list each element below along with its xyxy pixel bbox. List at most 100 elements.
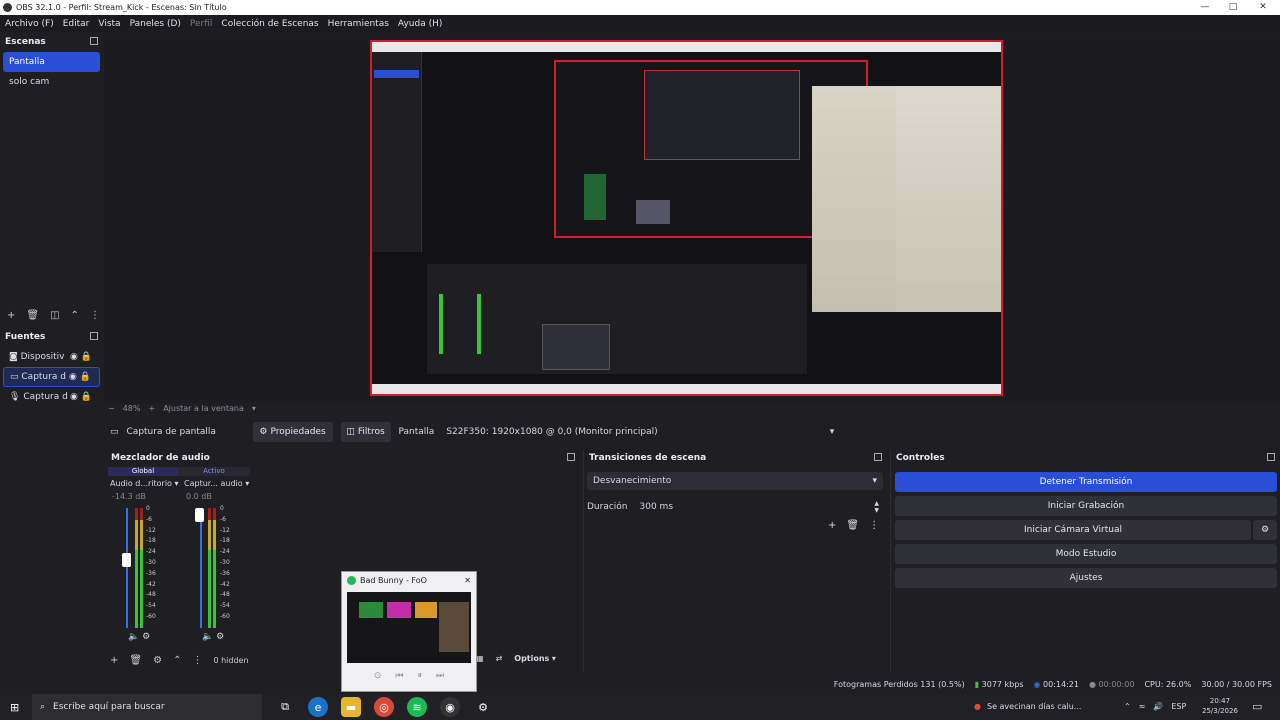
edge-icon[interactable]: e: [308, 697, 328, 717]
undock-icon[interactable]: [567, 453, 575, 461]
more-icon[interactable]: ⋮: [192, 655, 202, 666]
channel-1-mute[interactable]: 🔈 ⚙: [128, 632, 150, 642]
shuffle-icon[interactable]: ⊙: [374, 671, 382, 681]
source-item[interactable]: 🎙 Captura d ◉ 🔒: [3, 387, 100, 407]
display-select[interactable]: S22F350: 1920x1080 @ 0,0 (Monitor princi…: [442, 422, 838, 442]
notifications-icon[interactable]: ▭: [1252, 700, 1262, 713]
zoom-out-icon[interactable]: −: [108, 404, 115, 413]
windows-start-icon[interactable]: ⊞: [10, 701, 19, 714]
more-icon[interactable]: ⋮: [90, 310, 100, 321]
layout-icon[interactable]: ▦: [476, 654, 484, 663]
pause-icon[interactable]: ⏸: [418, 671, 423, 681]
channel-2-mute[interactable]: 🔈 ⚙: [202, 632, 224, 642]
search-icon: ⌕: [40, 702, 46, 712]
chrome-icon[interactable]: ◎: [374, 697, 394, 717]
add-icon[interactable]: +: [828, 520, 836, 531]
close-button[interactable]: ✕: [1248, 0, 1278, 15]
undock-icon[interactable]: [874, 453, 882, 461]
stop-streaming-button[interactable]: Detener Transmisión: [895, 472, 1277, 492]
zoom-in-icon[interactable]: +: [148, 404, 155, 413]
minimize-button[interactable]: —: [1190, 0, 1220, 15]
eye-icon[interactable]: ◉: [70, 392, 78, 402]
tab-activo[interactable]: Activo: [178, 467, 250, 476]
menu-coleccion-escenas[interactable]: Colección de Escenas: [221, 19, 318, 29]
source-name: Captura d: [23, 392, 68, 402]
chevron-up-icon[interactable]: ⌃: [71, 310, 79, 321]
popup-titlebar: Bad Bunny - FoO ✕: [342, 572, 476, 589]
chevron-up-icon[interactable]: ⌃: [173, 655, 181, 666]
studio-mode-button[interactable]: Modo Estudio: [895, 544, 1277, 564]
more-icon[interactable]: ⋮: [869, 520, 879, 531]
task-view-icon[interactable]: ⧉: [275, 697, 295, 717]
source-item[interactable]: ▭ Captura d ◉ 🔒: [3, 367, 100, 387]
fit-label[interactable]: Ajustar a la ventana: [163, 404, 244, 413]
eye-icon[interactable]: ◉: [70, 352, 78, 362]
lock-icon[interactable]: 🔒: [81, 352, 92, 362]
menu-archivo[interactable]: Archivo (F): [5, 19, 54, 29]
lang-indicator[interactable]: ESP: [1171, 702, 1186, 711]
menu-editar[interactable]: Editar: [63, 19, 90, 29]
next-icon[interactable]: ⏭: [436, 671, 444, 681]
undock-icon[interactable]: [90, 332, 98, 340]
media-popup: Bad Bunny - FoO ✕ ⊙ ⏮ ⏸ ⏭: [341, 571, 477, 692]
undock-icon[interactable]: [1267, 453, 1275, 461]
sources-title: Fuentes: [5, 332, 46, 342]
spotify-icon[interactable]: ≋: [407, 697, 427, 717]
close-icon[interactable]: ✕: [464, 576, 471, 585]
properties-button[interactable]: ⚙ Propiedades: [252, 422, 333, 442]
settings-button[interactable]: Ajustes: [895, 568, 1277, 588]
gear-icon[interactable]: ⚙: [153, 655, 162, 666]
start-virtual-camera-button[interactable]: Iniciar Cámara Virtual: [895, 520, 1251, 540]
weather-widget[interactable]: ● Se avecinan días calu...: [974, 702, 1081, 711]
menu-vista[interactable]: Vista: [98, 19, 120, 29]
network-icon[interactable]: ≈: [1139, 702, 1146, 711]
clock[interactable]: 20:47 25/3/2026: [1202, 696, 1238, 716]
taskbar-search[interactable]: ⌕ Escribe aquí para buscar: [32, 694, 262, 720]
rec-time: ● 00:00:00: [1088, 679, 1135, 689]
scene-item-pantalla[interactable]: Pantalla: [3, 52, 100, 72]
preview-canvas[interactable]: [370, 40, 1003, 396]
start-recording-button[interactable]: Iniciar Grabación: [895, 496, 1277, 516]
lock-icon[interactable]: 🔒: [80, 372, 91, 382]
lock-icon[interactable]: 🔒: [81, 392, 92, 402]
maximize-button[interactable]: □: [1218, 0, 1248, 15]
channel-2-volume-slider[interactable]: [195, 508, 204, 522]
undock-icon[interactable]: [90, 37, 98, 45]
trash-icon[interactable]: 🗑: [846, 520, 859, 531]
source-item[interactable]: ◙ Dispositiv ◉ 🔒: [3, 347, 100, 367]
tab-global[interactable]: Global: [108, 467, 178, 476]
obs-icon[interactable]: ◉: [440, 697, 460, 717]
signal-icon: ▮: [974, 679, 980, 689]
options-button[interactable]: Options ▾: [514, 654, 556, 663]
menu-herramientas[interactable]: Herramientas: [328, 19, 389, 29]
trash-icon[interactable]: 🗑: [129, 655, 142, 666]
menu-perfil[interactable]: Perfil: [190, 19, 213, 29]
trash-icon[interactable]: 🗑: [26, 310, 39, 321]
menu-ayuda[interactable]: Ayuda (H): [398, 19, 442, 29]
previous-icon[interactable]: ⏮: [395, 671, 403, 681]
windows-taskbar: ⊞ ⌕ Escribe aquí para buscar ⧉ e ▬ ◎ ≋ ◉…: [0, 694, 1280, 720]
file-explorer-icon[interactable]: ▬: [341, 697, 361, 717]
transition-select[interactable]: Desvanecimiento ▾: [587, 472, 883, 490]
add-icon[interactable]: +: [7, 310, 15, 321]
chevron-down-icon[interactable]: ▾: [252, 404, 256, 413]
menu-paneles[interactable]: Paneles (D): [130, 19, 181, 29]
volume-icon[interactable]: 🔊: [1153, 702, 1163, 711]
channel-1-volume-slider[interactable]: [122, 553, 131, 567]
add-icon[interactable]: +: [110, 655, 118, 666]
window-titlebar: OBS 32.1.0 - Perfil: Stream_Kick - Escen…: [0, 0, 1280, 15]
settings-gear-icon[interactable]: ⚙: [473, 697, 493, 717]
scene-item-solo-cam[interactable]: solo cam: [3, 72, 100, 92]
filters-button[interactable]: ◫ Filtros: [340, 422, 391, 442]
channel-1-db: -14.3 dB: [112, 492, 146, 501]
duration-spinbox[interactable]: 300 ms ▲ ▼: [635, 498, 883, 516]
nested-selected-scene: [374, 70, 419, 78]
scenes-dock: Escenas Pantalla solo cam + 🗑 ◫ ⌃ ⋮: [0, 34, 103, 324]
virtual-camera-settings-button[interactable]: ⚙: [1253, 520, 1277, 540]
eye-icon[interactable]: ◉: [69, 372, 77, 382]
chevron-up-icon[interactable]: ⌃: [1124, 702, 1131, 711]
menu-bar: Archivo (F) Editar Vista Paneles (D) Per…: [0, 15, 1280, 32]
link-icon[interactable]: ⇄: [496, 654, 503, 663]
filter-icon[interactable]: ◫: [50, 310, 59, 321]
spin-arrows-icon[interactable]: ▲ ▼: [874, 500, 879, 514]
